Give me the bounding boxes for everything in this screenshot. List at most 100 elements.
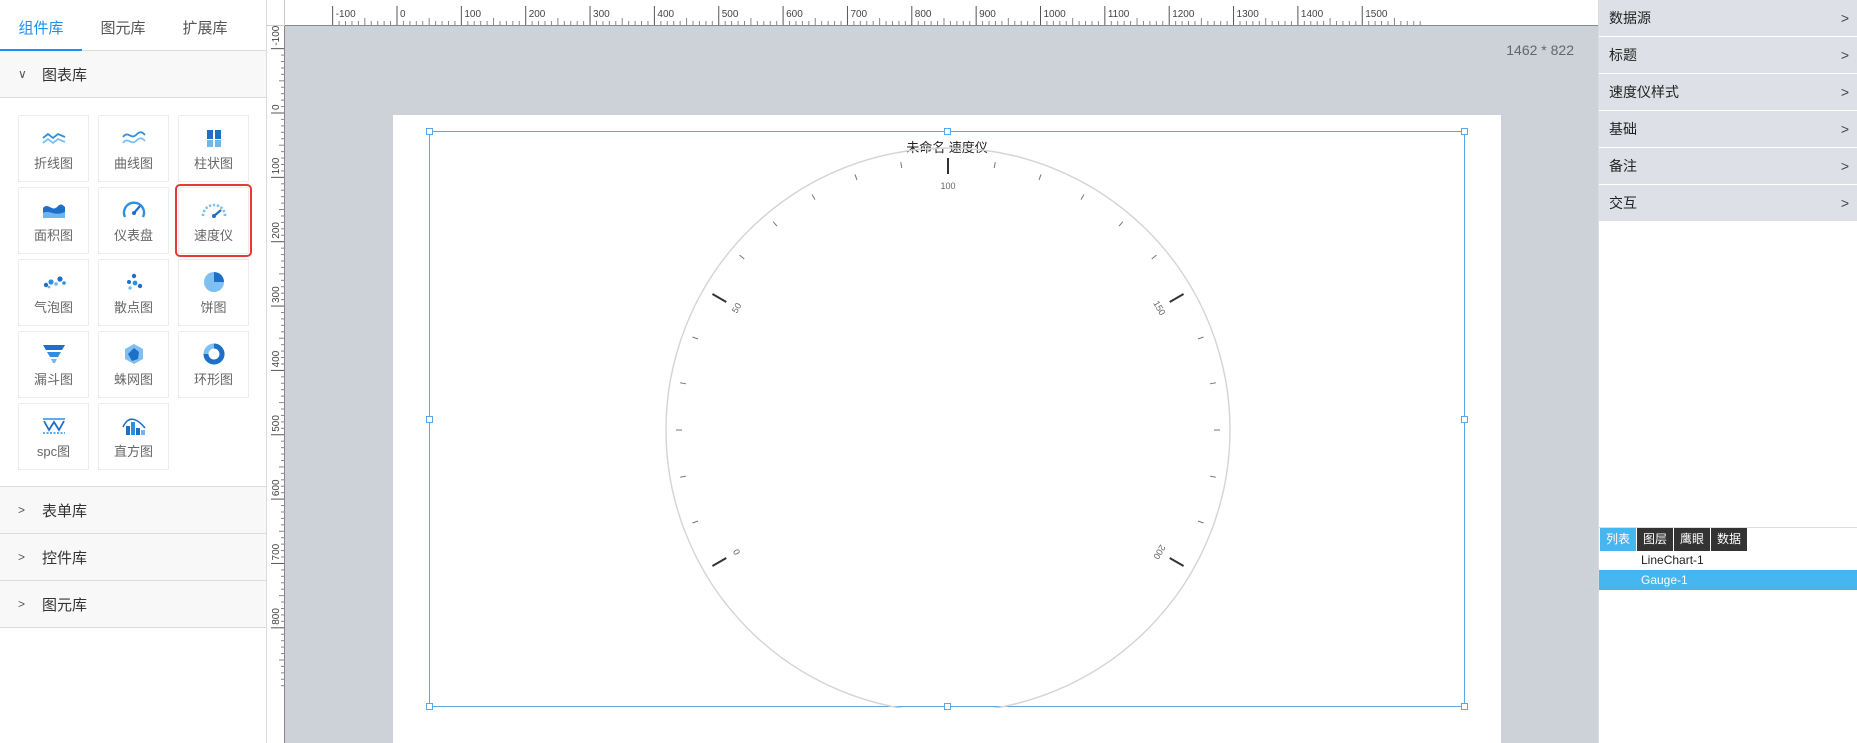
gauge-major-tick xyxy=(1169,557,1185,567)
ruler-tick-label: 700 xyxy=(271,543,282,560)
gauge-scale-label: 50 xyxy=(730,301,744,315)
ruler-tick-label: 1400 xyxy=(1301,9,1324,20)
chart-item-bubble[interactable]: 气泡图 xyxy=(18,259,89,326)
gauge-minor-tick xyxy=(1038,174,1042,181)
library-tabs: 组件库 图元库 扩展库 xyxy=(0,0,266,51)
spc-chart-icon xyxy=(42,417,65,434)
gauge-minor-tick xyxy=(739,254,745,260)
prop-label: 数据源 xyxy=(1609,10,1651,26)
chart-item-speedometer[interactable]: 速度仪 xyxy=(175,184,252,257)
chevron-right-icon: > xyxy=(1840,10,1849,26)
prop-label: 速度仪样式 xyxy=(1609,84,1679,100)
canvas-page[interactable]: 未命名 速度仪 0 50 100 150 200 xyxy=(393,115,1501,743)
chart-item-label: 柱状图 xyxy=(193,155,233,171)
histogram-icon xyxy=(121,417,146,435)
ruler-tick-label: 100 xyxy=(271,157,282,174)
gauge-minor-tick xyxy=(854,174,858,181)
chart-item-donut[interactable]: 环形图 xyxy=(178,331,249,398)
chart-item-label: 漏斗图 xyxy=(33,371,73,387)
ruler-tick-label: 500 xyxy=(271,415,282,432)
prop-basic[interactable]: 基础 > xyxy=(1599,111,1857,148)
tab-layers[interactable]: 图层 xyxy=(1637,528,1673,551)
chevron-right-icon: > xyxy=(1840,47,1849,63)
prop-speedometer-style[interactable]: 速度仪样式 > xyxy=(1599,74,1857,111)
gauge-minor-tick xyxy=(772,221,778,227)
section-element-library[interactable]: > 图元库 xyxy=(0,581,266,628)
ruler-tick-label: 1200 xyxy=(1172,9,1195,20)
ruler-tick-label: 800 xyxy=(271,608,282,625)
speedometer-icon xyxy=(201,203,226,218)
ruler-tick-label: 200 xyxy=(271,222,282,239)
prop-label: 交互 xyxy=(1609,195,1637,211)
layer-item-linechart[interactable]: LineChart-1 xyxy=(1599,550,1857,570)
chevron-right-icon: > xyxy=(18,597,26,611)
prop-interaction[interactable]: 交互 > xyxy=(1599,185,1857,222)
area-chart-icon xyxy=(42,204,65,218)
ruler-tick-label: 400 xyxy=(657,9,674,20)
ruler-tick-label: 200 xyxy=(529,9,546,20)
ruler-tick-label: 1000 xyxy=(1044,9,1067,20)
prop-data-source[interactable]: 数据源 > xyxy=(1599,0,1857,37)
ruler-tick-label: 300 xyxy=(593,9,610,20)
chart-item-histogram[interactable]: 直方图 xyxy=(98,403,169,470)
canvas-size-label: 1462 * 822 xyxy=(1506,42,1574,58)
tab-list[interactable]: 列表 xyxy=(1600,528,1636,551)
prop-label: 标题 xyxy=(1609,47,1637,63)
section-label: 表单库 xyxy=(42,502,88,520)
gauge-scale-label: 200 xyxy=(1151,543,1167,561)
prop-notes[interactable]: 备注 > xyxy=(1599,148,1857,185)
chart-item-label: 折线图 xyxy=(33,155,73,171)
layer-list: LineChart-1 Gauge-1 xyxy=(1599,550,1857,590)
vertical-ruler-scale: -100 0 100 200 300 400 500 600 700 800 xyxy=(271,26,284,687)
chart-item-spc[interactable]: spc图 xyxy=(18,403,89,470)
section-chart-library[interactable]: ∨ 图表库 xyxy=(0,51,266,98)
ruler-tick-label: 400 xyxy=(271,350,282,367)
tab-extension-library[interactable]: 扩展库 xyxy=(164,0,246,50)
ruler-tick-label: 1500 xyxy=(1365,9,1388,20)
gauge-minor-tick xyxy=(1118,221,1124,227)
funnel-chart-icon xyxy=(42,344,65,363)
chart-item-pie[interactable]: 饼图 xyxy=(178,259,249,326)
ruler-tick-label: 1100 xyxy=(1108,9,1130,20)
chart-item-label: 气泡图 xyxy=(33,299,73,315)
design-canvas[interactable]: 1462 * 822 未命名 速度仪 0 50 100 150 200 xyxy=(285,26,1598,743)
radar-chart-icon xyxy=(124,343,143,364)
chart-item-label: 速度仪 xyxy=(193,227,233,243)
section-form-library[interactable]: > 表单库 xyxy=(0,487,266,534)
chart-item-radar[interactable]: 蛛网图 xyxy=(98,331,169,398)
tab-eagle-eye[interactable]: 鹰眼 xyxy=(1674,528,1710,551)
horizontal-ruler: -100 0 100 200 300 400 500 600 700 800 900 1000 1100… xyxy=(285,0,1598,26)
chart-item-label: 仪表盘 xyxy=(113,227,153,243)
chart-item-funnel[interactable]: 漏斗图 xyxy=(18,331,89,398)
prop-label: 基础 xyxy=(1609,121,1637,137)
ruler-corner xyxy=(267,0,285,26)
pie-chart-icon xyxy=(203,271,224,292)
gauge-scale-label: 0 xyxy=(731,547,742,556)
gauge-minor-tick xyxy=(692,336,699,340)
ruler-tick-label: -100 xyxy=(336,9,356,20)
chart-item-area[interactable]: 面积图 xyxy=(18,187,89,254)
tab-element-library[interactable]: 图元库 xyxy=(82,0,164,50)
chart-item-line[interactable]: 折线图 xyxy=(18,115,89,182)
gauge-major-tick xyxy=(711,293,727,303)
gauge-minor-tick xyxy=(1197,520,1204,524)
tab-component-library[interactable]: 组件库 xyxy=(0,0,82,51)
chart-item-scatter[interactable]: 散点图 xyxy=(98,259,169,326)
chevron-right-icon: > xyxy=(1840,195,1849,211)
gauge-minor-tick xyxy=(680,382,687,385)
gauge-component[interactable]: 未命名 速度仪 0 50 100 150 200 xyxy=(426,128,1468,710)
donut-chart-icon xyxy=(203,343,224,364)
chart-item-bar[interactable]: 柱状图 xyxy=(178,115,249,182)
ruler-tick-label: 1300 xyxy=(1237,9,1260,20)
layer-item-gauge[interactable]: Gauge-1 xyxy=(1599,570,1857,590)
chart-item-label: 曲线图 xyxy=(113,155,153,171)
section-control-library[interactable]: > 控件库 xyxy=(0,534,266,581)
ruler-tick-label: 300 xyxy=(271,286,282,303)
ruler-tick-label: 700 xyxy=(850,9,867,20)
tab-data[interactable]: 数据 xyxy=(1711,528,1747,551)
bubble-chart-icon xyxy=(43,275,66,288)
prop-title[interactable]: 标题 > xyxy=(1599,37,1857,74)
chart-item-curve[interactable]: 曲线图 xyxy=(98,115,169,182)
chevron-right-icon: > xyxy=(1840,121,1849,137)
chart-item-dashboard[interactable]: 仪表盘 xyxy=(98,187,169,254)
